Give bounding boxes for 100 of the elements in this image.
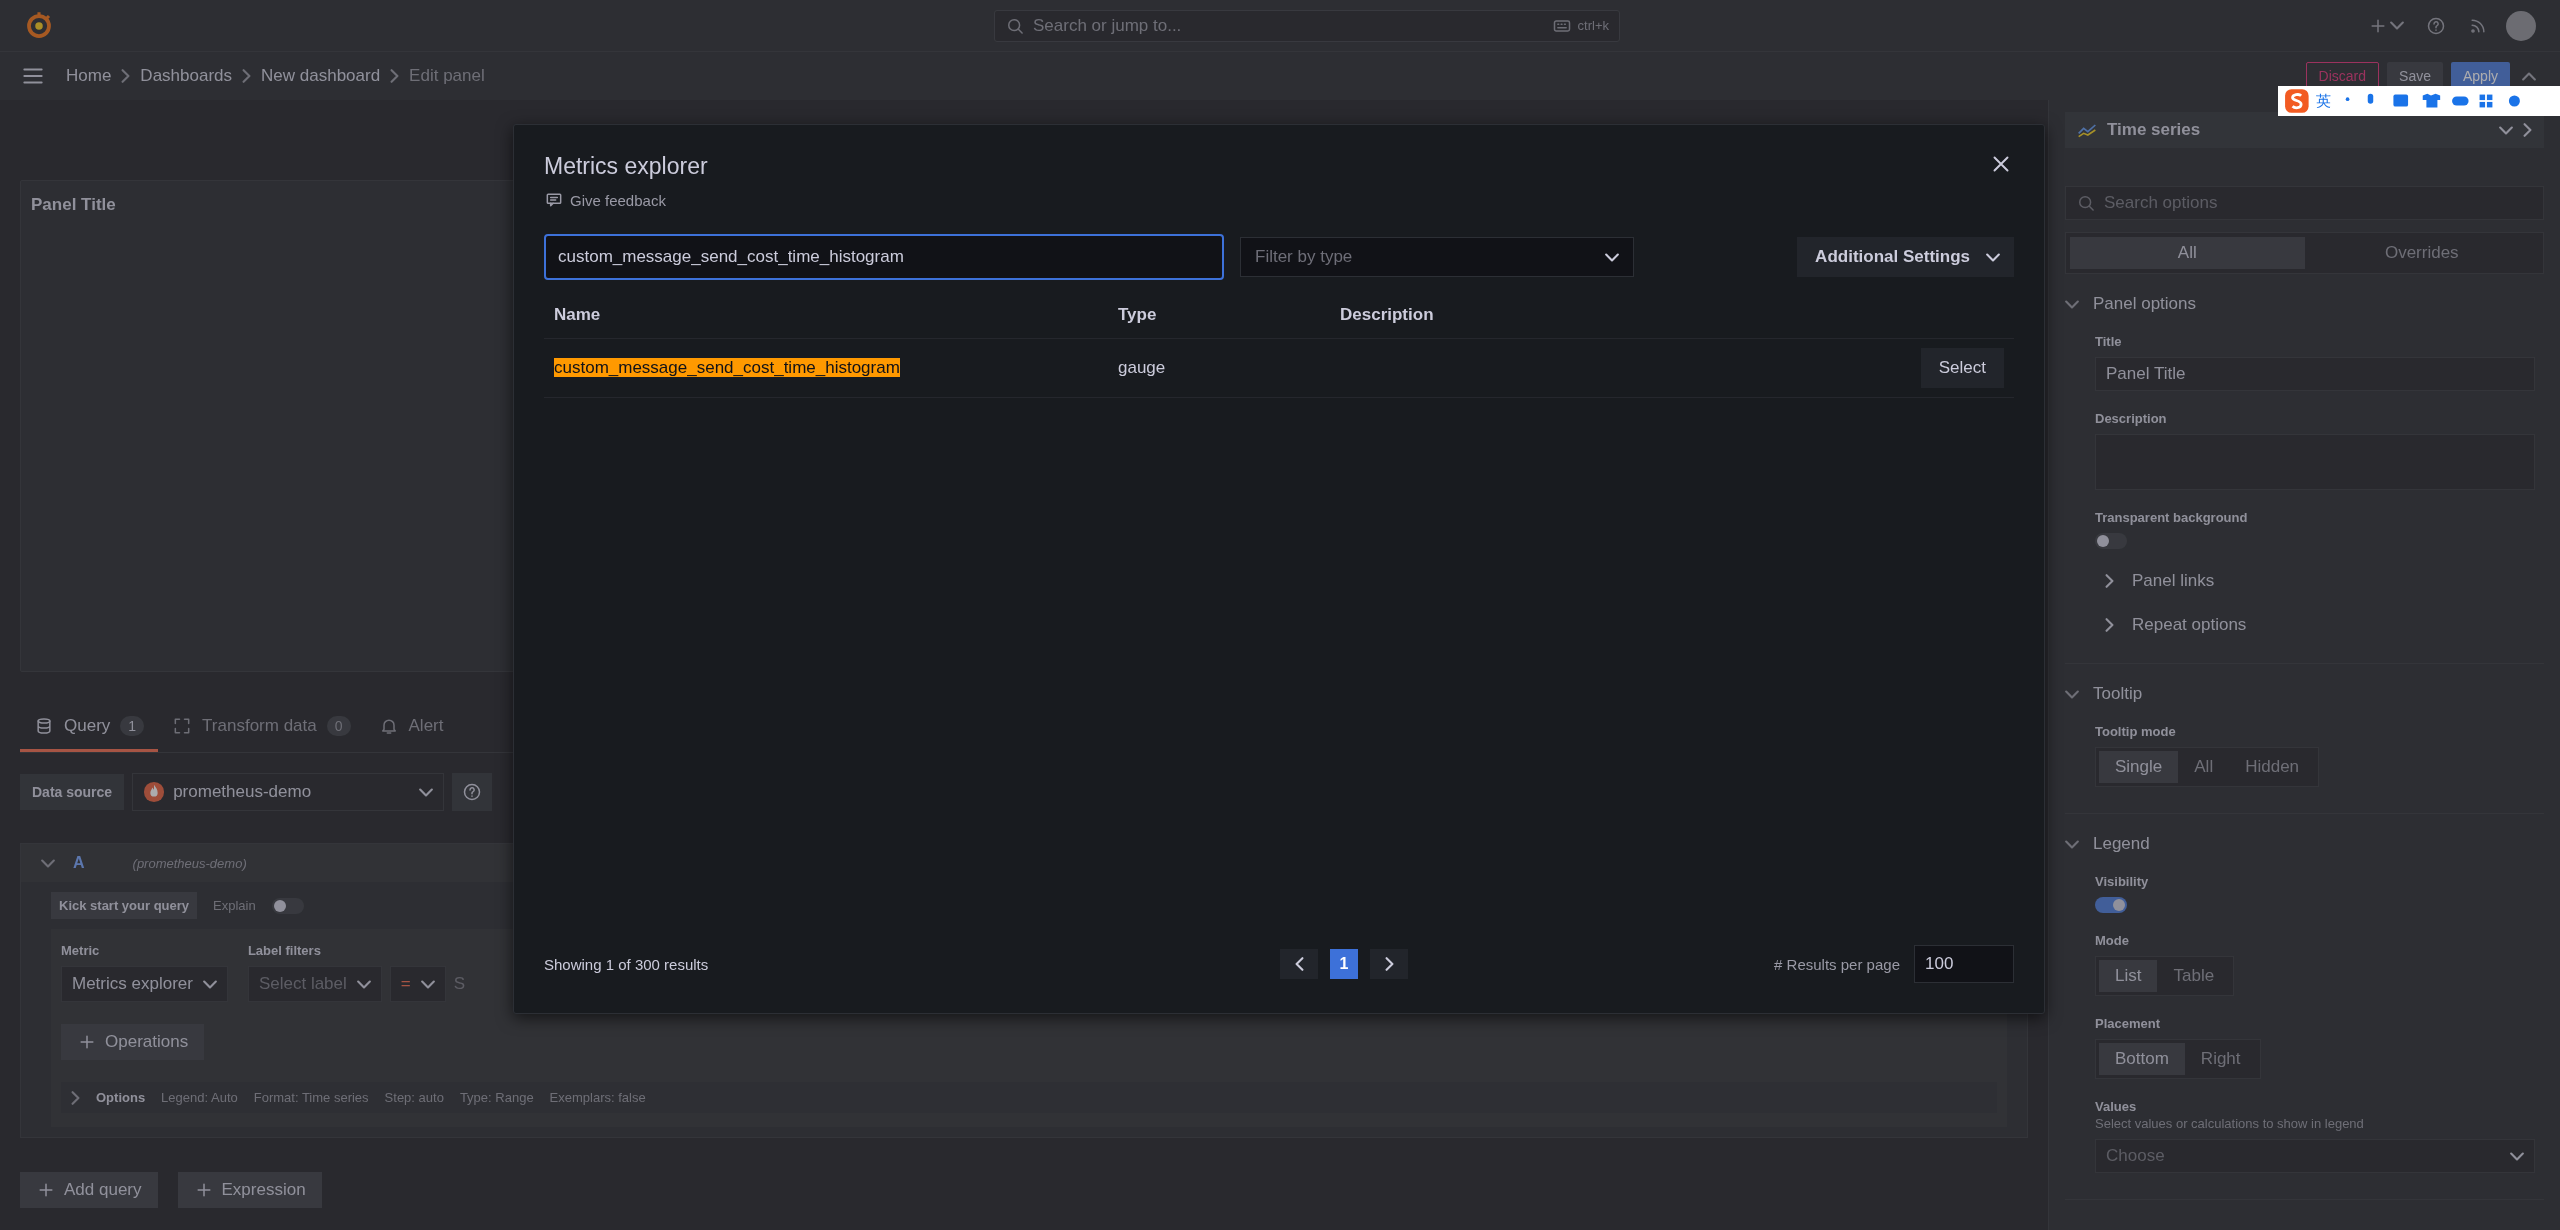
chevron-right-icon xyxy=(1384,957,1394,971)
count-badge: 1 xyxy=(120,715,145,736)
ime-mode[interactable]: 英 xyxy=(2315,91,2331,111)
data-source-select[interactable]: prometheus-demo xyxy=(132,773,445,811)
caret-icon xyxy=(419,787,434,797)
search-input[interactable]: custom_message_send_cost_time_histogram xyxy=(544,234,1224,280)
query-tab[interactable]: Query 1 xyxy=(20,702,159,752)
toggle-switch[interactable] xyxy=(2095,897,2127,913)
radio-option[interactable]: Hidden xyxy=(2229,751,2316,783)
type-filter-select[interactable]: Filter by type xyxy=(1240,237,1634,277)
option-summary: Format: Time series xyxy=(253,1090,369,1105)
column-header: Name xyxy=(554,305,602,325)
title-input[interactable]: Panel Title xyxy=(2095,357,2535,391)
field-label: Metric xyxy=(61,943,101,958)
radio-option[interactable]: List xyxy=(2099,960,2158,992)
table-cell-text: gauge xyxy=(1118,358,1167,378)
caret-icon xyxy=(2390,21,2404,30)
feedback-link[interactable]: Give feedback xyxy=(544,190,708,210)
radio-option[interactable]: All xyxy=(2178,751,2230,783)
query-ref: A xyxy=(73,854,85,872)
modal-title: Metrics explorer xyxy=(544,153,708,180)
chevron-right-icon xyxy=(390,69,400,83)
chevron-right-icon xyxy=(242,69,252,83)
collapse-icon xyxy=(41,858,55,868)
chevron-up-icon xyxy=(2522,71,2536,81)
breadcrumb-link[interactable]: Home xyxy=(66,66,112,86)
grafana-logo xyxy=(24,10,54,41)
help-button[interactable] xyxy=(452,773,493,811)
breadcrumb-link[interactable]: New dashboard xyxy=(261,66,381,86)
options-tab[interactable]: All xyxy=(2070,237,2305,269)
options-label: Options xyxy=(96,1090,146,1105)
caret-icon xyxy=(420,979,435,989)
shortcut-hint: ctrl+k xyxy=(1577,18,1609,33)
search-field[interactable]: Search or jump to... ctrl+k xyxy=(994,9,1620,42)
add-query-button[interactable]: Add query xyxy=(20,1172,158,1208)
database-icon xyxy=(34,715,54,736)
metric-name: custom_message_send_cost_time_histogram xyxy=(554,358,900,377)
switch-label: Explain xyxy=(213,898,256,913)
subsection-title[interactable]: Repeat options xyxy=(2132,615,2247,635)
field-label: Data source xyxy=(20,774,125,810)
field-label: Transparent background xyxy=(2095,510,2248,525)
settings-button[interactable]: Additional Settings xyxy=(1797,237,2014,277)
explain-switch[interactable] xyxy=(271,897,304,914)
section-title[interactable]: Panel options xyxy=(2093,294,2197,314)
column-header: Type xyxy=(1118,305,1158,325)
field-label: Mode xyxy=(2095,933,2129,948)
help-icon xyxy=(2426,15,2446,36)
field-label: Label filters xyxy=(247,943,322,958)
options-tab[interactable]: Overrides xyxy=(2304,237,2539,269)
ime-logo xyxy=(2284,88,2310,114)
visualization-picker[interactable]: Time series xyxy=(2065,112,2544,148)
metric-select[interactable]: Metrics explorer xyxy=(61,966,228,1002)
field-label: Visibility xyxy=(2095,874,2149,889)
kick-start-button[interactable]: Kick start your query xyxy=(51,892,198,919)
caret-icon xyxy=(202,979,217,989)
caret-icon xyxy=(356,979,371,989)
results-summary: Showing 1 of 300 results xyxy=(544,955,710,973)
field-label: Values xyxy=(2095,1099,2137,1114)
radio-option[interactable]: Table xyxy=(2157,960,2231,992)
avatar[interactable] xyxy=(2506,10,2536,41)
section-title[interactable]: Legend xyxy=(2093,834,2150,854)
search-icon xyxy=(2076,193,2096,213)
results-per-page-input[interactable]: 100 xyxy=(1914,945,2014,983)
field-label: Placement xyxy=(2095,1016,2161,1031)
operations-button[interactable]: Operations xyxy=(61,1024,205,1060)
query-tab[interactable]: Alert xyxy=(364,702,458,752)
subsection-title[interactable]: Panel links xyxy=(2132,571,2215,591)
chevron-left-icon xyxy=(1294,957,1304,971)
field-label: Tooltip mode xyxy=(2095,724,2176,739)
field-description: Select values or calculations to show in legend xyxy=(2095,1116,2364,1131)
help-icon xyxy=(462,782,483,802)
chevron-right-icon xyxy=(121,69,131,83)
operator-select[interactable]: = xyxy=(389,966,446,1002)
caret-icon xyxy=(1605,252,1619,262)
caret-icon xyxy=(1986,252,2000,262)
column-header: Description xyxy=(1340,305,1435,325)
field-label: # Results per page xyxy=(1774,955,1900,973)
previous-page-button[interactable] xyxy=(1280,949,1319,979)
section-title[interactable]: Tooltip xyxy=(2093,684,2143,704)
select-button[interactable]: Select xyxy=(1920,348,2004,388)
breadcrumb-link[interactable]: Edit panel xyxy=(409,66,485,86)
caret-icon xyxy=(2499,125,2513,135)
radio-option[interactable]: Right xyxy=(2184,1043,2257,1075)
page-button[interactable]: 1 xyxy=(1330,949,1359,979)
chevron-right-icon xyxy=(2523,123,2532,137)
ime-toolbar[interactable]: 英 xyxy=(2278,86,2560,116)
next-page-button[interactable] xyxy=(1370,949,1409,979)
panel-title: Panel Title xyxy=(30,194,117,216)
query-source: (prometheus-demo) xyxy=(132,855,247,871)
option-summary: Step: auto xyxy=(384,1090,444,1105)
option-summary: Type: Range xyxy=(459,1090,534,1105)
breadcrumb-link[interactable]: Dashboards xyxy=(140,66,233,86)
toggle-switch[interactable] xyxy=(2095,533,2127,549)
option-summary: Exemplars: false xyxy=(549,1090,646,1105)
field-label: Description xyxy=(2095,411,2167,426)
radio-option[interactable]: Bottom xyxy=(2099,1043,2185,1075)
option-summary: Legend: Auto xyxy=(161,1090,238,1105)
expression-button[interactable]: Expression xyxy=(177,1172,322,1208)
radio-option[interactable]: Single xyxy=(2099,751,2179,783)
flame-icon xyxy=(143,781,166,803)
